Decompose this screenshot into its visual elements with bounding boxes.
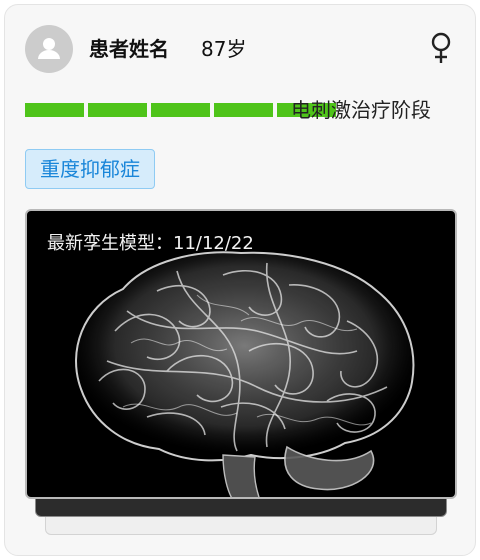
patient-age: 87岁 bbox=[201, 37, 247, 61]
user-icon bbox=[38, 38, 60, 59]
progress-segment bbox=[88, 103, 147, 117]
digital-twin-image[interactable]: 最新孪生模型：11/12/22 bbox=[25, 209, 457, 499]
progress-segment bbox=[214, 103, 273, 117]
progress-segment bbox=[151, 103, 210, 117]
female-icon bbox=[425, 29, 457, 69]
progress-segment bbox=[25, 103, 84, 117]
patient-name: 患者姓名 bbox=[89, 37, 169, 61]
avatar bbox=[25, 25, 73, 73]
diagnosis-tag[interactable]: 重度抑郁症 bbox=[25, 149, 155, 189]
treatment-progress-bar bbox=[25, 103, 336, 117]
treatment-stage-label: 电刺激治疗阶段 bbox=[291, 98, 431, 122]
patient-card[interactable]: 患者姓名 87岁 电刺激治疗阶段 重度抑郁症 最新孪生模型：11/12/22 bbox=[4, 4, 476, 556]
model-caption: 最新孪生模型：11/12/22 bbox=[47, 233, 254, 254]
